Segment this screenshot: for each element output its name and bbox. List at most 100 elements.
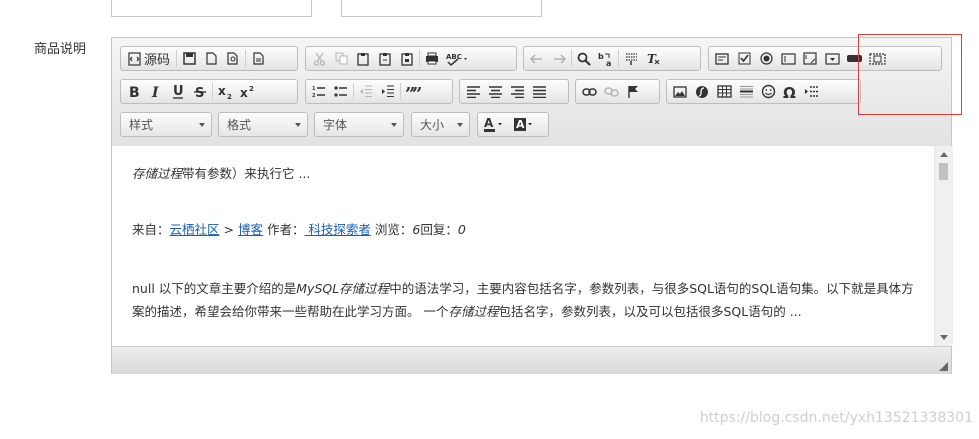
paste-text-button[interactable] (374, 48, 396, 69)
svg-text:A: A (516, 118, 525, 131)
font-dropdown[interactable]: 字体 (314, 112, 404, 137)
radio-button[interactable] (755, 48, 777, 69)
smiley-button[interactable] (757, 81, 779, 102)
author-prefix: 作者： (262, 222, 305, 237)
editor-status-bar (112, 346, 951, 374)
format-dropdown[interactable]: 格式 (218, 112, 308, 137)
unlink-button[interactable] (600, 81, 622, 102)
save-icon (182, 52, 196, 65)
clipboard-group: ABC (305, 46, 517, 71)
horizontal-rule-icon (739, 86, 753, 98)
table-icon (716, 85, 732, 98)
author-link[interactable]: 科技探索者 (304, 222, 371, 237)
underline-icon: U (173, 84, 184, 99)
align-left-button[interactable] (462, 81, 484, 102)
svg-text:2: 2 (227, 93, 232, 99)
remove-format-icon: T (647, 52, 660, 65)
numbered-list-icon: 12 (312, 86, 325, 98)
align-right-icon (510, 85, 524, 98)
special-char-button[interactable]: Ω (779, 81, 801, 102)
bulleted-list-button[interactable] (330, 81, 352, 102)
justify-icon (532, 85, 546, 98)
print-button[interactable] (421, 48, 443, 69)
category-link[interactable]: 博客 (238, 222, 263, 237)
paste-from-word-button[interactable] (396, 48, 418, 69)
textfield-icon (780, 52, 796, 65)
scroll-down-icon[interactable] (940, 335, 948, 340)
top-input-left[interactable] (111, 0, 312, 17)
select-all-button[interactable] (620, 48, 642, 69)
templates-button[interactable] (247, 48, 269, 69)
anchor-icon (628, 85, 638, 98)
source-link[interactable]: 云栖社区 (170, 222, 220, 237)
checkbox-button[interactable] (733, 48, 755, 69)
style-dropdown[interactable]: 样式 (120, 112, 212, 137)
find-button[interactable] (573, 48, 595, 69)
new-page-button[interactable] (200, 48, 222, 69)
content-source-line: 来自：云栖社区 > 博客 作者： 科技探索者 浏览：6回复：0 (132, 218, 922, 241)
italic-button[interactable]: I (145, 81, 167, 102)
strikethrough-icon: S (194, 86, 206, 99)
link-icon (581, 87, 597, 96)
indent-icon (382, 85, 394, 97)
link-button[interactable] (578, 81, 600, 102)
svg-text:2: 2 (312, 93, 316, 98)
source-separator: > (219, 222, 238, 237)
resize-handle-icon[interactable] (939, 362, 948, 371)
redo-button[interactable] (548, 48, 570, 69)
subscript-button[interactable]: x2 (214, 81, 236, 102)
horizontal-rule-button[interactable] (735, 81, 757, 102)
new-page-icon (205, 52, 217, 65)
anchor-button[interactable] (622, 81, 644, 102)
outdent-icon (360, 85, 372, 97)
text-color-button[interactable]: A (480, 114, 510, 135)
toolbar-separator (419, 50, 420, 67)
subscript-icon: x2 (218, 85, 232, 99)
strikethrough-button[interactable]: S (189, 81, 211, 102)
rich-text-editor: 源码 ABC ba T B I U x 2 x 2 1 2 ” Ω 样式 格式 … (111, 37, 953, 374)
remove-format-button[interactable]: T (642, 48, 664, 69)
editor-content-area[interactable]: 存储过程带有参数）来执行它 ... 来自：云栖社区 > 博客 作者： 科技探索者… (112, 146, 934, 346)
superscript-button[interactable]: x2 (236, 81, 258, 102)
table-button[interactable] (713, 81, 735, 102)
spellcheck-icon: ABC (446, 53, 467, 66)
underline-button[interactable]: U (167, 81, 189, 102)
paste-text-icon (379, 52, 391, 66)
indent-button[interactable] (377, 81, 399, 102)
product-description-label: 商品说明 (34, 42, 87, 57)
font-size-dropdown[interactable]: 大小 (411, 112, 470, 137)
source-button[interactable]: 源码 (123, 48, 175, 69)
background-color-button[interactable]: A (510, 114, 540, 135)
justify-button[interactable] (528, 81, 550, 102)
copy-button[interactable] (330, 48, 352, 69)
page-break-button[interactable] (801, 81, 823, 102)
vertical-scrollbar[interactable] (934, 146, 953, 346)
scroll-up-icon[interactable] (940, 152, 948, 157)
form-button[interactable] (711, 48, 733, 69)
save-button[interactable] (178, 48, 200, 69)
blockquote-button[interactable]: ”” (402, 81, 424, 102)
select-all-icon (625, 53, 637, 65)
textfield-button[interactable] (777, 48, 799, 69)
numbered-list-button[interactable]: 12 (308, 81, 330, 102)
textarea-button[interactable] (799, 48, 821, 69)
font-dropdown-label: 字体 (323, 118, 348, 132)
spellcheck-button[interactable]: ABC (443, 48, 473, 69)
templates-icon (252, 52, 264, 65)
paste-button[interactable] (352, 48, 374, 69)
undo-button[interactable] (526, 48, 548, 69)
italic-term: 存储过程 (132, 166, 183, 181)
align-center-button[interactable] (484, 81, 506, 102)
preview-button[interactable] (222, 48, 244, 69)
outdent-button[interactable] (355, 81, 377, 102)
image-button[interactable] (669, 81, 691, 102)
replace-button[interactable]: ba (595, 48, 617, 69)
source-icon (128, 51, 141, 66)
cut-button[interactable] (308, 48, 330, 69)
top-input-right[interactable] (341, 0, 542, 17)
bold-button[interactable]: B (123, 81, 145, 102)
align-right-button[interactable] (506, 81, 528, 102)
scroll-thumb[interactable] (939, 163, 948, 180)
flash-button[interactable] (691, 81, 713, 102)
select-button[interactable] (821, 48, 843, 69)
